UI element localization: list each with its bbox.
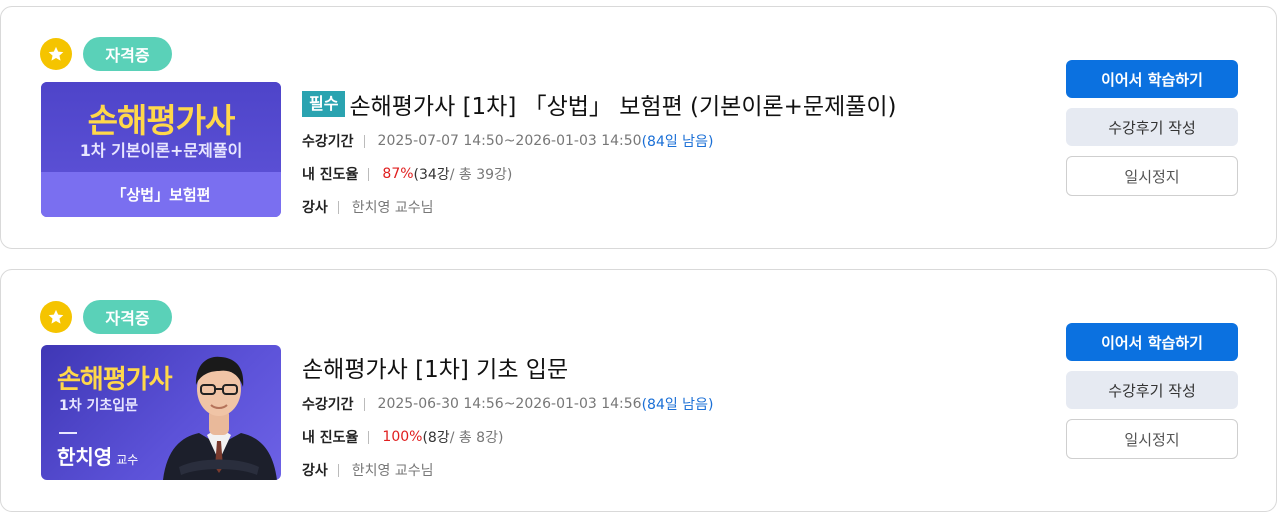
progress-percent: 87%	[382, 166, 414, 182]
divider	[337, 200, 339, 214]
category-badge: 자격증	[83, 300, 172, 334]
course-thumbnail[interactable]: 손해평가사 1차 기본이론+문제풀이 「상법」보험편	[41, 82, 281, 217]
period-remaining: (84일 남음)	[641, 397, 714, 413]
course-title[interactable]: 필수 손해평가사 [1차] 「상법」 보험편 (기본이론+문제풀이)	[302, 87, 897, 121]
progress-done: (8강	[422, 430, 450, 446]
thumbnail-top: 손해평가사 1차 기본이론+문제풀이	[41, 82, 281, 172]
teacher-row: 강사 한치영 교수님	[302, 197, 434, 217]
write-review-button[interactable]: 수강후기 작성	[1066, 371, 1238, 409]
teacher-value: 한치영 교수님	[351, 463, 434, 479]
progress-label: 내 진도율	[302, 167, 359, 183]
write-review-button[interactable]: 수강후기 작성	[1066, 108, 1238, 146]
instructor-name: 한치영	[57, 445, 113, 469]
progress-label: 내 진도율	[302, 430, 359, 446]
course-card: 자격증 손해평가사 1차 기초입문 한치영 교수 손해평가사 [1차] 기초 입…	[0, 269, 1277, 512]
course-card: 자격증 손해평가사 1차 기본이론+문제풀이 「상법」보험편 필수 손해평가사 …	[0, 6, 1277, 249]
period-value: 2025-06-30 14:56~2026-01-03 14:56	[377, 396, 642, 412]
progress-total: / 총 8강)	[449, 430, 504, 446]
divider	[363, 397, 365, 411]
thumbnail-subtitle: 1차 기초입문	[59, 398, 139, 414]
progress-row: 내 진도율 87% (34강 / 총 39강)	[302, 164, 512, 184]
period-remaining: (84일 남음)	[641, 134, 714, 150]
progress-percent: 100%	[382, 429, 423, 445]
period-label: 수강기간	[302, 134, 354, 150]
course-thumbnail[interactable]: 손해평가사 1차 기초입문 한치영 교수	[41, 345, 281, 480]
divider	[368, 430, 370, 444]
continue-learning-button[interactable]: 이어서 학습하기	[1066, 60, 1238, 98]
category-badge: 자격증	[83, 37, 172, 71]
teacher-label: 강사	[302, 463, 328, 479]
course-title[interactable]: 손해평가사 [1차] 기초 입문	[302, 350, 568, 384]
divider	[363, 134, 365, 148]
progress-done: (34강	[413, 167, 450, 183]
thumbnail-instructor-name: 한치영 교수	[57, 441, 138, 470]
period-row: 수강기간 2025-07-07 14:50~2026-01-03 14:50 (…	[302, 131, 713, 151]
thumbnail-title: 손해평가사	[57, 365, 173, 395]
period-row: 수강기간 2025-06-30 14:56~2026-01-03 14:56 (…	[302, 394, 713, 414]
pause-button[interactable]: 일시정지	[1066, 156, 1238, 196]
teacher-row: 강사 한치영 교수님	[302, 460, 434, 480]
progress-row: 내 진도율 100% (8강 / 총 8강)	[302, 427, 503, 447]
star-icon[interactable]	[40, 301, 72, 333]
thumbnail-bottom-label: 「상법」보험편	[41, 172, 281, 217]
required-tag: 필수	[302, 91, 346, 117]
divider	[337, 463, 339, 477]
period-value: 2025-07-07 14:50~2026-01-03 14:50	[377, 133, 642, 149]
thumbnail-title: 손해평가사	[87, 101, 236, 140]
course-title-text: 손해평가사 [1차] 기초 입문	[302, 357, 569, 383]
instructor-suffix: 교수	[116, 453, 139, 467]
teacher-value: 한치영 교수님	[351, 200, 434, 216]
star-icon[interactable]	[40, 38, 72, 70]
thumbnail-divider	[59, 432, 77, 434]
course-title-text: 손해평가사 [1차] 「상법」 보험편 (기본이론+문제풀이)	[349, 94, 897, 120]
progress-total: / 총 39강)	[449, 167, 513, 183]
teacher-label: 강사	[302, 200, 328, 216]
pause-button[interactable]: 일시정지	[1066, 419, 1238, 459]
instructor-photo	[159, 349, 281, 480]
continue-learning-button[interactable]: 이어서 학습하기	[1066, 323, 1238, 361]
thumbnail-subtitle: 1차 기본이론+문제풀이	[79, 141, 243, 160]
divider	[368, 167, 370, 181]
period-label: 수강기간	[302, 397, 354, 413]
